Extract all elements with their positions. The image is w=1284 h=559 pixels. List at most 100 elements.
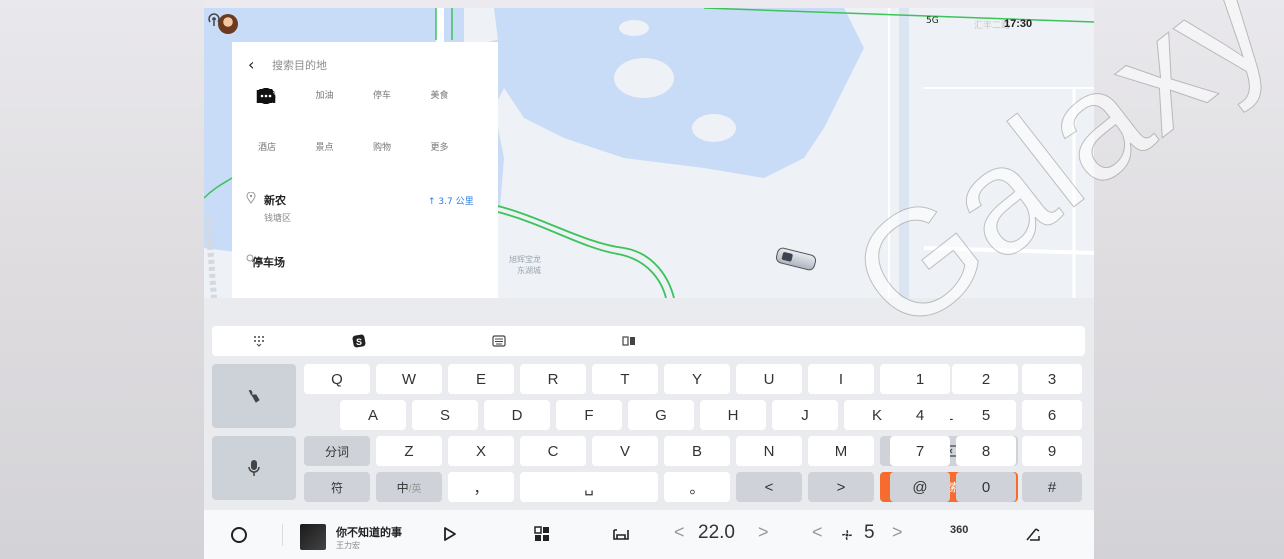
key-segment[interactable]: 分词 [304, 436, 370, 466]
key-b[interactable]: B [664, 436, 730, 466]
play-icon[interactable] [442, 526, 458, 542]
map-poi-label: 旭辉宝龙 东湖城 [509, 254, 541, 276]
key-u[interactable]: U [736, 364, 802, 394]
fan-icon [842, 530, 852, 540]
split-screen-icon[interactable] [622, 334, 636, 348]
location-pin-icon [246, 192, 256, 204]
fan-increase-button[interactable]: > [892, 522, 903, 543]
microphone-icon [248, 460, 260, 476]
category-label: 景点 [315, 143, 334, 153]
home-button-icon[interactable] [230, 526, 248, 544]
key-h[interactable]: H [700, 400, 766, 430]
language-toggle-key[interactable]: 中/英 [376, 472, 442, 502]
apps-grid-icon[interactable] [534, 526, 550, 542]
num-4[interactable]: 4 [890, 400, 950, 430]
key-g[interactable]: G [628, 400, 694, 430]
hash-key[interactable]: # [1022, 472, 1082, 502]
category-label: 加油 [315, 91, 334, 101]
suggestion-item[interactable]: 停车场 [246, 254, 285, 270]
num-9[interactable]: 9 [1022, 436, 1082, 466]
poi-label-line2: 东湖城 [517, 266, 541, 275]
key-z[interactable]: Z [376, 436, 442, 466]
key-s[interactable]: S [412, 400, 478, 430]
key-e[interactable]: E [448, 364, 514, 394]
num-7[interactable]: 7 [890, 436, 950, 466]
signal-indicator: 5G [926, 16, 939, 26]
comma-key[interactable]: ， [448, 472, 514, 502]
bottom-dock: 你不知道的事 王力宏 < 22.0 > < 5 > 360 [204, 510, 1094, 559]
num-1[interactable]: 1 [890, 364, 950, 394]
key-c[interactable]: C [520, 436, 586, 466]
fan-speed-display: 5 [864, 522, 875, 543]
lang-cn-label: 中 [396, 480, 409, 495]
wiper-icon[interactable] [1024, 526, 1042, 544]
voice-input-key[interactable] [212, 436, 296, 500]
temp-decrease-button[interactable]: < [674, 522, 685, 543]
fan-decrease-button[interactable]: < [812, 522, 823, 543]
destination-result[interactable]: 新农 钱塘区 ↑ 3.7 公里 [246, 192, 486, 224]
search-input[interactable]: 搜索目的地 [272, 57, 327, 73]
category-hotel[interactable]: 酒店 [250, 90, 308, 190]
category-parking[interactable]: P 停车 [258, 86, 423, 138]
space-key[interactable]: ␣ [520, 472, 658, 502]
at-key[interactable]: @ [890, 472, 950, 502]
key-w[interactable]: W [376, 364, 442, 394]
destination-distance: ↑ 3.7 公里 [428, 197, 474, 207]
key-m[interactable]: M [808, 436, 874, 466]
cursor-left-key[interactable]: < [736, 472, 802, 502]
keyboard-toolbar: S [212, 326, 1085, 356]
album-cover[interactable] [300, 524, 326, 550]
key-d[interactable]: D [484, 400, 550, 430]
symbol-key[interactable]: 符 [304, 472, 370, 502]
category-food[interactable]: 美食 [258, 86, 481, 138]
period-key[interactable]: 。 [664, 472, 730, 502]
search-header[interactable]: ‹ 搜索目的地 [248, 55, 327, 74]
num-3[interactable]: 3 [1022, 364, 1082, 394]
category-grid: 充电 加油 P 停车 美食 [250, 86, 480, 190]
back-arrow-icon[interactable]: ‹ [248, 55, 266, 74]
category-shopping[interactable]: 购物 [259, 90, 423, 190]
map-view[interactable]: 5G 汇丰二路 17:30 旭辉宝龙 东湖城 ‹ 搜索目的地 充电 [204, 8, 1094, 298]
key-x[interactable]: X [448, 436, 514, 466]
sogou-logo-icon[interactable]: S [352, 334, 366, 348]
key-y[interactable]: Y [664, 364, 730, 394]
keyboard-icon[interactable] [492, 334, 506, 348]
handwriting-key[interactable] [212, 364, 296, 428]
num-0[interactable]: 0 [956, 472, 1016, 502]
num-2[interactable]: 2 [956, 364, 1016, 394]
category-more[interactable]: 更多 [258, 88, 481, 190]
category-label: 购物 [372, 143, 391, 153]
num-8[interactable]: 8 [956, 436, 1016, 466]
song-title: 你不知道的事 [336, 526, 402, 539]
category-label: 停车 [372, 91, 391, 101]
keypad-menu-icon[interactable] [252, 334, 266, 348]
status-bar: 5G 汇丰二路 17:30 [204, 8, 1094, 40]
key-q[interactable]: Q [304, 364, 370, 394]
cursor-right-key[interactable]: > [808, 472, 874, 502]
key-i[interactable]: I [808, 364, 874, 394]
destination-area: 钱塘区 [264, 214, 292, 224]
category-fuel[interactable]: 加油 [259, 86, 366, 138]
key-n[interactable]: N [736, 436, 802, 466]
car-screen: 5G 汇丰二路 17:30 旭辉宝龙 东湖城 ‹ 搜索目的地 充电 [204, 8, 1094, 559]
num-5[interactable]: 5 [956, 400, 1016, 430]
key-a[interactable]: A [340, 400, 406, 430]
more-icon [258, 88, 274, 104]
category-label: 更多 [430, 143, 449, 153]
view-360-button[interactable]: 360 [950, 524, 968, 536]
divider [282, 524, 283, 546]
hotspot-icon[interactable] [204, 8, 224, 28]
poi-label-line1: 旭辉宝龙 [509, 255, 541, 264]
num-6[interactable]: 6 [1022, 400, 1082, 430]
left-frame [0, 0, 204, 559]
category-scenic[interactable]: 景点 [258, 89, 366, 190]
key-v[interactable]: V [592, 436, 658, 466]
key-t[interactable]: T [592, 364, 658, 394]
temp-increase-button[interactable]: > [758, 522, 769, 543]
seat-heater-icon[interactable] [612, 526, 630, 542]
key-f[interactable]: F [556, 400, 622, 430]
artist-name: 王力宏 [336, 541, 360, 550]
search-icon [246, 254, 256, 264]
key-r[interactable]: R [520, 364, 586, 394]
key-j[interactable]: J [772, 400, 838, 430]
